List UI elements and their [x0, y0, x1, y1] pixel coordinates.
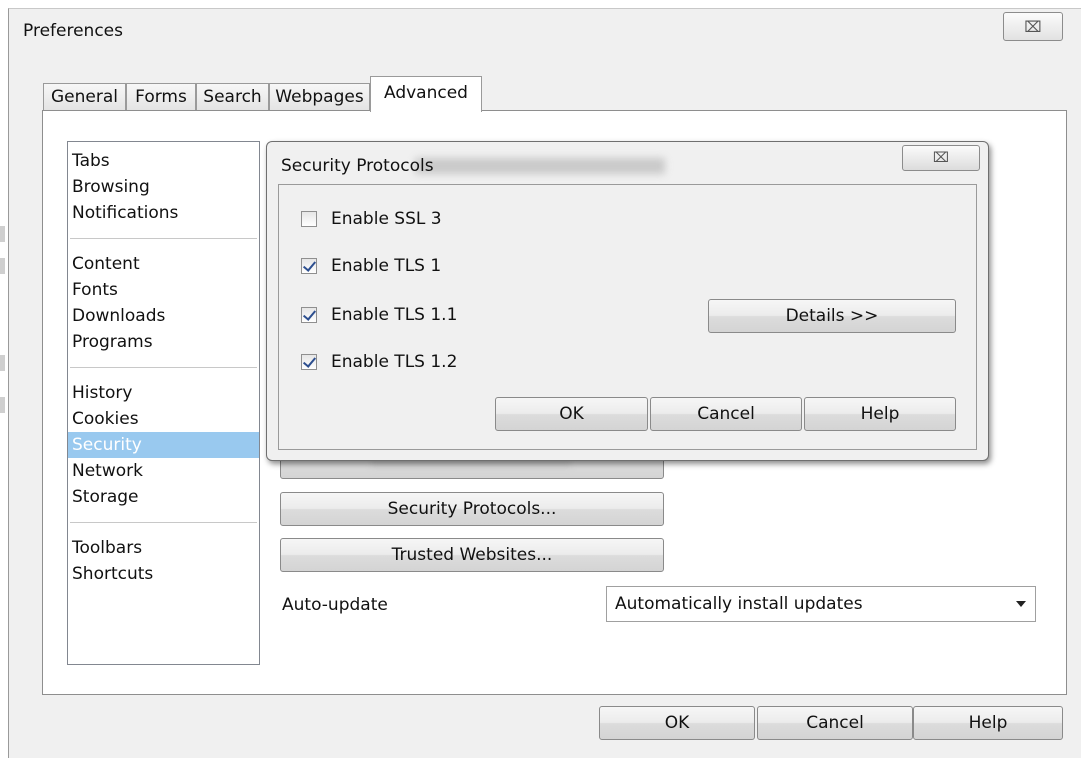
cancel-button[interactable]: Cancel	[757, 706, 913, 740]
option-tls12[interactable]: Enable TLS 1.2	[301, 352, 457, 372]
security-protocols-dialog: Security Protocols ⌧ Enable SSL 3 Enable…	[266, 141, 989, 461]
category-content[interactable]: Content	[68, 251, 259, 277]
option-ssl3[interactable]: Enable SSL 3	[301, 209, 442, 229]
category-group: Toolbars Shortcuts	[68, 535, 259, 587]
category-tabs[interactable]: Tabs	[68, 148, 259, 174]
category-list[interactable]: Tabs Browsing Notifications Content Font…	[67, 141, 260, 665]
background-edge	[0, 0, 8, 758]
category-network[interactable]: Network	[68, 458, 259, 484]
auto-update-label: Auto-update	[282, 595, 388, 615]
category-group: Tabs Browsing Notifications	[68, 142, 259, 226]
dialog-content: Enable SSL 3 Enable TLS 1 Enable TLS 1.1…	[278, 184, 977, 450]
tab-advanced[interactable]: Advanced	[370, 76, 482, 112]
category-browsing[interactable]: Browsing	[68, 174, 259, 200]
tls1-checkbox[interactable]	[301, 258, 317, 274]
category-notifications[interactable]: Notifications	[68, 200, 259, 226]
background-artifact	[0, 355, 5, 371]
category-security[interactable]: Security	[68, 432, 259, 458]
divider	[70, 522, 257, 523]
auto-update-value: Automatically install updates	[615, 594, 863, 614]
window-close-button[interactable]: ⌧	[1003, 12, 1063, 41]
ssl3-checkbox[interactable]	[301, 211, 317, 227]
category-toolbars[interactable]: Toolbars	[68, 535, 259, 561]
tls1-label: Enable TLS 1	[331, 256, 442, 276]
category-fonts[interactable]: Fonts	[68, 277, 259, 303]
tls12-checkbox[interactable]	[301, 354, 317, 370]
dialog-title: Security Protocols	[281, 156, 434, 176]
divider	[70, 367, 257, 368]
help-button[interactable]: Help	[913, 706, 1063, 740]
background-artifact	[0, 226, 5, 242]
option-tls1[interactable]: Enable TLS 1	[301, 256, 441, 276]
ssl3-label: Enable SSL 3	[331, 209, 442, 229]
tls11-label: Enable TLS 1.1	[331, 305, 458, 325]
tls11-checkbox[interactable]	[301, 307, 317, 323]
divider	[70, 238, 257, 239]
category-history[interactable]: History	[68, 380, 259, 406]
dialog-cancel-button[interactable]: Cancel	[650, 397, 802, 431]
tab-search[interactable]: Search	[196, 83, 269, 111]
ghost-title-text	[415, 158, 665, 174]
category-storage[interactable]: Storage	[68, 484, 259, 510]
ok-button[interactable]: OK	[599, 706, 755, 740]
option-tls11[interactable]: Enable TLS 1.1	[301, 305, 457, 325]
close-icon: ⌧	[932, 150, 950, 166]
category-programs[interactable]: Programs	[68, 329, 259, 355]
category-downloads[interactable]: Downloads	[68, 303, 259, 329]
window-title: Preferences	[23, 21, 123, 41]
trusted-websites-button[interactable]: Trusted Websites...	[280, 538, 664, 572]
category-group: Content Fonts Downloads Programs	[68, 251, 259, 355]
auto-update-select[interactable]: Automatically install updates	[606, 586, 1036, 622]
dialog-help-button[interactable]: Help	[804, 397, 956, 431]
background-artifact	[0, 397, 5, 413]
background-artifact	[0, 258, 5, 274]
close-icon: ⌧	[1024, 17, 1042, 36]
security-protocols-button[interactable]: Security Protocols...	[280, 492, 664, 526]
category-cookies[interactable]: Cookies	[68, 406, 259, 432]
details-button[interactable]: Details >>	[708, 299, 956, 333]
dialog-close-button[interactable]: ⌧	[902, 145, 980, 171]
tls12-label: Enable TLS 1.2	[331, 352, 458, 372]
tab-webpages[interactable]: Webpages	[269, 83, 370, 111]
tab-forms[interactable]: Forms	[126, 83, 196, 111]
tab-general[interactable]: General	[43, 83, 126, 111]
dialog-ok-button[interactable]: OK	[495, 397, 648, 431]
category-group: History Cookies Security Network Storage	[68, 380, 259, 510]
chevron-down-icon	[1016, 601, 1026, 607]
category-shortcuts[interactable]: Shortcuts	[68, 561, 259, 587]
